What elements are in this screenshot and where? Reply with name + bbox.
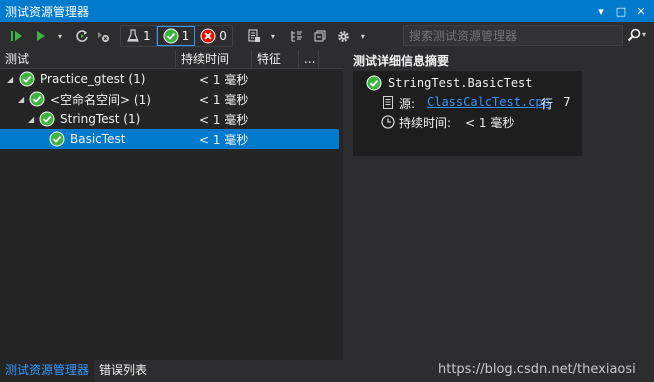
details-title: 测试详细信息摘要 bbox=[353, 54, 450, 68]
passed-icon bbox=[19, 71, 35, 87]
details-duration-value: < 1 毫秒 bbox=[465, 116, 515, 130]
details-duration-label: 持续时间: bbox=[399, 116, 452, 130]
tree-row-label: Practice_gtest (1) bbox=[40, 72, 146, 86]
settings-dropdown-arrow[interactable]: ▾ bbox=[354, 25, 372, 47]
passed-icon bbox=[163, 28, 179, 44]
window-menu-dropdown-icon[interactable]: ▾ bbox=[594, 4, 608, 18]
total-tests-count: 1 bbox=[143, 29, 151, 43]
repeat-run-icon bbox=[76, 30, 88, 42]
watermark-text: https://blog.csdn.net/thexiaosi bbox=[438, 362, 636, 377]
column-more[interactable]: ... bbox=[299, 50, 319, 69]
passed-icon bbox=[49, 131, 65, 147]
cancel-run-icon bbox=[98, 32, 109, 42]
passed-icon bbox=[29, 91, 45, 107]
test-tree-pane: 测试 持续时间 特征 ... ◢ Practice_gtest (1) < 1 … bbox=[0, 50, 343, 360]
expand-collapse-icon[interactable]: ◢ bbox=[28, 115, 34, 124]
run-all-button[interactable] bbox=[8, 25, 26, 47]
tree-row-label: <空命名空间> (1) bbox=[50, 92, 151, 107]
group-by-icon bbox=[291, 31, 302, 42]
playlist-button[interactable] bbox=[245, 25, 263, 47]
playlist-dropdown-arrow[interactable]: ▾ bbox=[264, 25, 282, 47]
details-test-name: StringTest.BasicTest bbox=[388, 76, 533, 90]
playlist-icon bbox=[248, 29, 260, 42]
details-source-link[interactable]: ClassCalcTest.cpp bbox=[427, 95, 550, 109]
run-button[interactable] bbox=[32, 25, 50, 47]
tree-row-duration: < 1 毫秒 bbox=[199, 72, 249, 87]
search-input[interactable] bbox=[403, 25, 623, 46]
passed-icon bbox=[39, 111, 55, 127]
maximize-icon[interactable]: □ bbox=[614, 4, 628, 18]
gear-icon bbox=[338, 30, 350, 42]
run-all-icon bbox=[11, 31, 22, 41]
column-duration[interactable]: 持续时间 bbox=[176, 50, 252, 69]
failed-tests-count: 0 bbox=[219, 29, 227, 43]
tab-test-explorer[interactable]: 测试资源管理器 bbox=[0, 360, 95, 382]
repeat-last-run-button[interactable] bbox=[73, 25, 91, 47]
flask-icon bbox=[127, 29, 139, 42]
collapse-all-button[interactable] bbox=[311, 25, 329, 47]
run-dropdown-arrow[interactable]: ▾ bbox=[51, 25, 69, 47]
column-traits[interactable]: 特征 bbox=[252, 50, 299, 69]
column-test[interactable]: 测试 bbox=[0, 50, 176, 69]
passed-icon bbox=[366, 75, 382, 91]
tree-row-test-selected[interactable]: BasicTest < 1 毫秒 bbox=[0, 129, 339, 149]
cancel-button[interactable] bbox=[94, 25, 112, 47]
total-tests-filter[interactable]: 1 bbox=[121, 26, 157, 46]
expand-collapse-icon[interactable]: ◢ bbox=[18, 95, 24, 104]
collapse-all-icon bbox=[314, 30, 326, 42]
failed-icon bbox=[200, 28, 216, 44]
tree-row-duration: < 1 毫秒 bbox=[199, 92, 249, 107]
tree-row-label: StringTest (1) bbox=[60, 112, 141, 126]
clock-icon bbox=[381, 115, 395, 129]
close-icon[interactable]: ✕ bbox=[634, 4, 648, 18]
test-details-pane: 测试详细信息摘要 StringTest.BasicTest 源: ClassCa… bbox=[346, 50, 654, 360]
settings-button[interactable] bbox=[335, 25, 353, 47]
tree-row-duration: < 1 毫秒 bbox=[199, 132, 249, 147]
window-title: 测试资源管理器 bbox=[5, 4, 90, 19]
tree-row-duration: < 1 毫秒 bbox=[199, 112, 249, 127]
expand-collapse-icon[interactable]: ◢ bbox=[7, 75, 13, 84]
tree-row-project[interactable]: ◢ Practice_gtest (1) < 1 毫秒 bbox=[0, 69, 343, 89]
source-file-icon bbox=[383, 96, 393, 109]
passed-tests-filter[interactable]: 1 bbox=[156, 26, 196, 46]
tree-row-class[interactable]: ◢ StringTest (1) < 1 毫秒 bbox=[0, 109, 343, 129]
outcome-filter-group: 1 1 0 bbox=[120, 25, 233, 47]
tab-error-list[interactable]: 错误列表 bbox=[94, 360, 152, 382]
test-explorer-toolbar: ▾ 1 1 0 ▾ ▾ ▾ bbox=[0, 22, 654, 50]
run-icon bbox=[37, 31, 45, 41]
title-bar: 测试资源管理器 ▾ □ ✕ bbox=[0, 0, 654, 22]
details-summary-box: StringTest.BasicTest 源: ClassCalcTest.cp… bbox=[353, 71, 582, 156]
column-header: 测试 持续时间 特征 ... bbox=[0, 50, 343, 69]
tree-row-namespace[interactable]: ◢ <空命名空间> (1) < 1 毫秒 bbox=[0, 89, 343, 109]
details-line-label: 行 bbox=[541, 97, 554, 111]
details-source-label: 源: bbox=[399, 97, 416, 111]
details-line-number: 7 bbox=[563, 95, 571, 109]
search-options-dropdown-arrow[interactable]: ▾ bbox=[642, 30, 646, 39]
failed-tests-filter[interactable]: 0 bbox=[195, 26, 232, 46]
passed-tests-count: 1 bbox=[181, 29, 190, 43]
group-by-button[interactable] bbox=[288, 25, 306, 47]
search-icon[interactable] bbox=[627, 28, 641, 42]
tree-row-label: BasicTest bbox=[70, 132, 126, 146]
